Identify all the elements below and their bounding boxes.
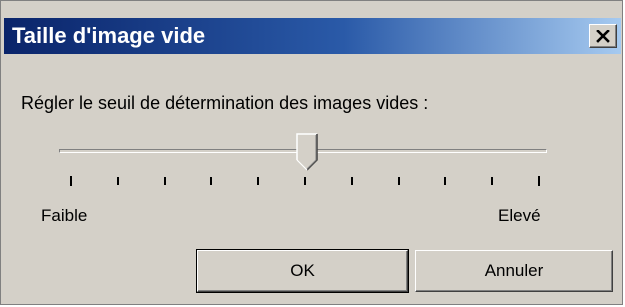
slider-min-label: Faible (41, 206, 88, 225)
slider-tick (397, 177, 400, 185)
slider-tick (257, 177, 260, 185)
close-button[interactable] (589, 24, 617, 48)
slider-tick (538, 176, 540, 186)
slider-tick (304, 177, 306, 185)
slider-tick (163, 177, 166, 185)
slider-tick (491, 177, 494, 185)
slider-tick (444, 177, 447, 185)
slider-thumb[interactable] (296, 133, 318, 171)
close-icon (596, 29, 610, 43)
cancel-button[interactable]: Annuler (415, 250, 613, 292)
title-bar[interactable]: Taille d'image vide (4, 18, 621, 54)
ok-button[interactable]: OK (196, 249, 409, 293)
slider-tick (350, 177, 353, 185)
slider-tick (116, 177, 119, 185)
slider-tick (210, 177, 213, 185)
window-title: Taille d'image vide (12, 23, 206, 48)
slider-max-label: Elevé (498, 206, 541, 225)
dialog-window: Taille d'image vide Régler le seuil de d… (0, 0, 623, 305)
threshold-prompt-label: Régler le seuil de détermination des ima… (21, 93, 429, 113)
slider-tick (70, 176, 72, 186)
